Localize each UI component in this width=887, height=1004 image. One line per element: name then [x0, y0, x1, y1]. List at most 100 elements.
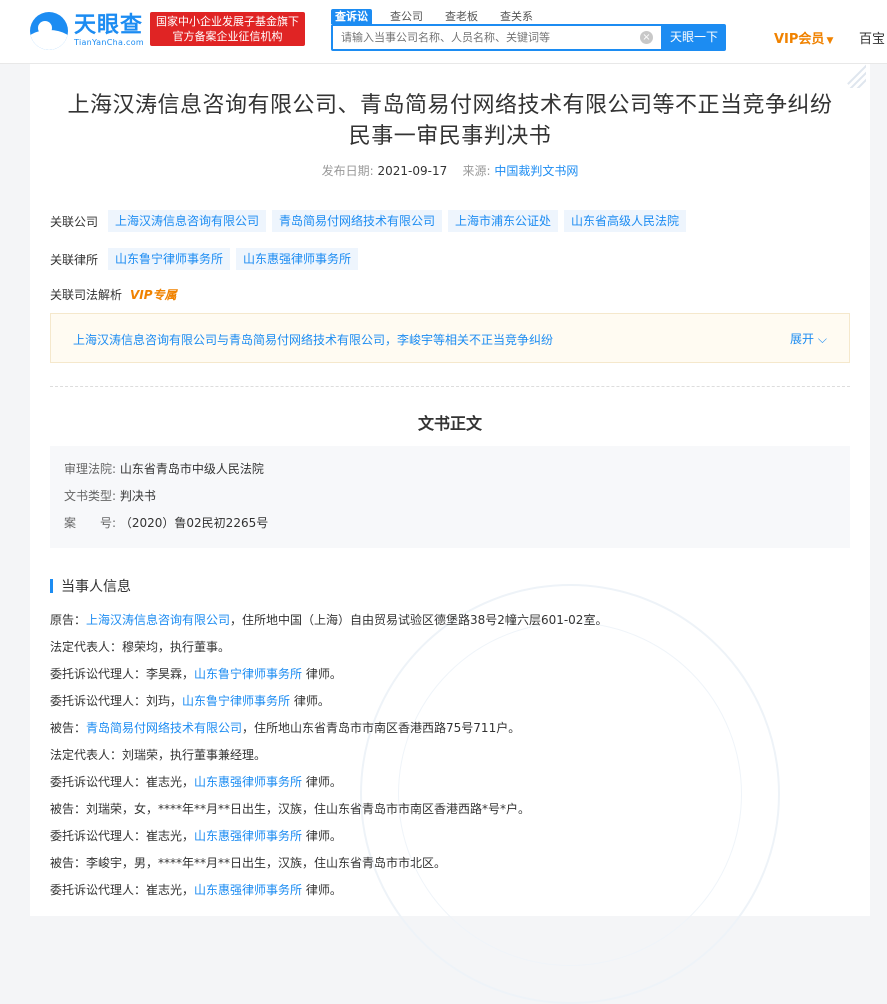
tab-relation[interactable]: 查关系: [496, 9, 537, 24]
divider: [50, 386, 850, 387]
related-lawyers-label: 关联律所: [50, 252, 99, 267]
case-info-box: 审理法院: 山东省青岛市中级人民法院 文书类型: 判决书 案 号: （2020）…: [50, 446, 850, 548]
document-card: 上海汉涛信息咨询有限公司、青岛简易付网络技术有限公司等不正当竞争纠纷 民事一审民…: [30, 64, 870, 1004]
tab-company[interactable]: 查公司: [386, 9, 427, 24]
party-line: 委托诉讼代理人：李昊霖，山东鲁宁律师事务所 律师。: [50, 666, 850, 693]
party-link[interactable]: 山东惠强律师事务所: [194, 829, 302, 843]
publish-date: 2021-09-17: [377, 164, 448, 178]
logo-en: TianYanCha.com: [74, 38, 144, 47]
case-no-value: （2020）鲁02民初2265号: [119, 516, 269, 530]
document-title: 上海汉涛信息咨询有限公司、青岛简易付网络技术有限公司等不正当竞争纠纷 民事一审民…: [30, 90, 870, 152]
party-text: 委托诉讼代理人：崔志光，: [50, 883, 195, 897]
expand-button[interactable]: 展开 ⌵: [790, 330, 827, 347]
document-title-line1: 上海汉涛信息咨询有限公司、青岛简易付网络技术有限公司等不正当竞争纠纷: [67, 93, 833, 118]
party-text: 律师。: [305, 667, 342, 681]
case-no-line: 案 号: （2020）鲁02民初2265号: [64, 514, 268, 531]
party-text: 法定代表人：穆荣均，执行董事。: [50, 640, 231, 654]
document-title-line2: 民事一审民事判决书: [348, 124, 552, 149]
party-line: 委托诉讼代理人：崔志光，山东惠强律师事务所 律师。: [50, 774, 850, 801]
party-link[interactable]: 青岛简易付网络技术有限公司: [86, 721, 242, 735]
source-link[interactable]: 中国裁判文书网: [494, 164, 578, 178]
party-text: 委托诉讼代理人：李昊霖，: [50, 667, 195, 681]
corner-pattern: [842, 64, 866, 88]
expand-label: 展开: [790, 332, 815, 346]
party-line: 委托诉讼代理人：崔志光，山东惠强律师事务所 律师。: [50, 828, 850, 855]
party-link[interactable]: 山东鲁宁律师事务所: [182, 694, 290, 708]
party-text: 律师。: [293, 694, 330, 708]
party-link[interactable]: 山东惠强律师事务所: [194, 775, 302, 789]
party-line: 法定代表人：刘瑞荣，执行董事兼经理。: [50, 747, 850, 774]
party-line: 被告：青岛简易付网络技术有限公司，住所地山东省青岛市市南区香港西路75号711户…: [50, 720, 850, 747]
party-text: 委托诉讼代理人：崔志光，: [50, 775, 195, 789]
badge-line2: 官方备案企业征信机构: [172, 30, 283, 43]
publish-label: 发布日期:: [321, 164, 374, 178]
search-tabs: 查诉讼 查公司 查老板 查关系: [331, 9, 551, 24]
related-lawyers-row: 关联律所 山东鲁宁律师事务所 山东惠强律师事务所: [50, 248, 364, 270]
logo-cn: 天眼查: [74, 13, 144, 38]
tab-lawsuit[interactable]: 查诉讼: [331, 9, 372, 24]
party-text: ，住所地中国（上海）自由贸易试验区德堡路38号2幢六层601-02室。: [230, 613, 608, 627]
analysis-link[interactable]: 上海汉涛信息咨询有限公司与青岛简易付网络技术有限公司，李峻宇等相关不正当竞争纠纷: [73, 331, 553, 348]
type-line: 文书类型: 判决书: [64, 487, 156, 504]
official-badge: 国家中小企业发展子基金旗下 官方备案企业征信机构: [150, 12, 305, 46]
party-list: 原告：上海汉涛信息咨询有限公司，住所地中国（上海）自由贸易试验区德堡路38号2幢…: [50, 612, 850, 909]
party-text: 委托诉讼代理人：崔志光，: [50, 829, 195, 843]
lawfirm-tag[interactable]: 山东惠强律师事务所: [236, 248, 359, 270]
baibao-menu[interactable]: 百宝: [859, 28, 885, 47]
related-companies-label: 关联公司: [50, 214, 99, 229]
party-link[interactable]: 山东鲁宁律师事务所: [194, 667, 302, 681]
court-label: 审理法院:: [64, 462, 117, 476]
company-tag[interactable]: 上海市浦东公证处: [448, 210, 559, 232]
party-text: 被告：: [50, 721, 87, 735]
related-companies-row: 关联公司 上海汉涛信息咨询有限公司 青岛简易付网络技术有限公司 上海市浦东公证处…: [50, 210, 692, 232]
lawfirm-tag[interactable]: 山东鲁宁律师事务所: [108, 248, 231, 270]
party-text: 委托诉讼代理人：刘玙，: [50, 694, 183, 708]
chevron-down-icon: ⌵: [817, 332, 827, 346]
company-tag[interactable]: 上海汉涛信息咨询有限公司: [108, 210, 267, 232]
document-meta: 发布日期: 2021-09-17 来源: 中国裁判文书网: [30, 162, 870, 179]
search-box: ×: [331, 24, 663, 51]
caret-down-icon: ▼: [826, 36, 834, 46]
party-text: 原告：: [50, 613, 87, 627]
related-analysis-row: 关联司法解析 VIP专属: [50, 286, 177, 303]
parties-title: 当事人信息: [61, 579, 131, 595]
party-text: 被告：李峻宇，男，****年**月**日出生，汉族，住山东省青岛市市北区。: [50, 856, 447, 870]
search-button[interactable]: 天眼一下: [662, 24, 726, 51]
party-line: 委托诉讼代理人：崔志光，山东惠强律师事务所 律师。: [50, 882, 850, 909]
party-text: 律师。: [305, 883, 342, 897]
source-label: 来源:: [462, 164, 491, 178]
party-text: 律师。: [305, 829, 342, 843]
case-no-label: 案 号:: [64, 516, 117, 530]
party-line: 被告：李峻宇，男，****年**月**日出生，汉族，住山东省青岛市市北区。: [50, 855, 850, 882]
tab-boss[interactable]: 查老板: [441, 9, 482, 24]
clear-icon[interactable]: ×: [640, 31, 653, 44]
party-text: 律师。: [305, 775, 342, 789]
badge-line1: 国家中小企业发展子基金旗下: [156, 15, 299, 28]
tianyancha-logo[interactable]: 天眼查 TianYanCha.com: [30, 10, 144, 52]
party-text: ，住所地山东省青岛市市南区香港西路75号711户。: [242, 721, 521, 735]
parties-section-title: 当事人信息: [50, 576, 131, 596]
body-section-title: 文书正文: [417, 414, 482, 433]
type-label: 文书类型:: [64, 489, 117, 503]
party-line: 法定代表人：穆荣均，执行董事。: [50, 639, 850, 666]
top-header: 天眼查 TianYanCha.com 国家中小企业发展子基金旗下 官方备案企业征…: [0, 0, 887, 64]
logo-text: 天眼查 TianYanCha.com: [74, 14, 144, 48]
logo-eye-icon: [30, 12, 68, 50]
party-line: 委托诉讼代理人：刘玙，山东鲁宁律师事务所 律师。: [50, 693, 850, 720]
court-line: 审理法院: 山东省青岛市中级人民法院: [64, 460, 264, 477]
vip-member-label: VIP会员: [774, 32, 825, 47]
type-value: 判决书: [119, 489, 156, 503]
party-text: 法定代表人：刘瑞荣，执行董事兼经理。: [50, 748, 267, 762]
company-tag[interactable]: 山东省高级人民法院: [564, 210, 687, 232]
party-line: 被告：刘瑞荣，女，****年**月**日出生，汉族，住山东省青岛市市南区香港西路…: [50, 801, 850, 828]
search-input[interactable]: [333, 26, 639, 49]
party-text: 被告：刘瑞荣，女，****年**月**日出生，汉族，住山东省青岛市市南区香港西路…: [50, 802, 531, 816]
court-value: 山东省青岛市中级人民法院: [119, 462, 264, 476]
vip-exclusive-badge: VIP专属: [130, 288, 177, 302]
vip-member-menu[interactable]: VIP会员 ▼: [774, 28, 833, 47]
party-link[interactable]: 山东惠强律师事务所: [194, 883, 302, 897]
section-bar: [50, 579, 53, 593]
party-link[interactable]: 上海汉涛信息咨询有限公司: [86, 613, 230, 627]
company-tag[interactable]: 青岛简易付网络技术有限公司: [272, 210, 443, 232]
related-analysis-label: 关联司法解析: [50, 288, 123, 302]
